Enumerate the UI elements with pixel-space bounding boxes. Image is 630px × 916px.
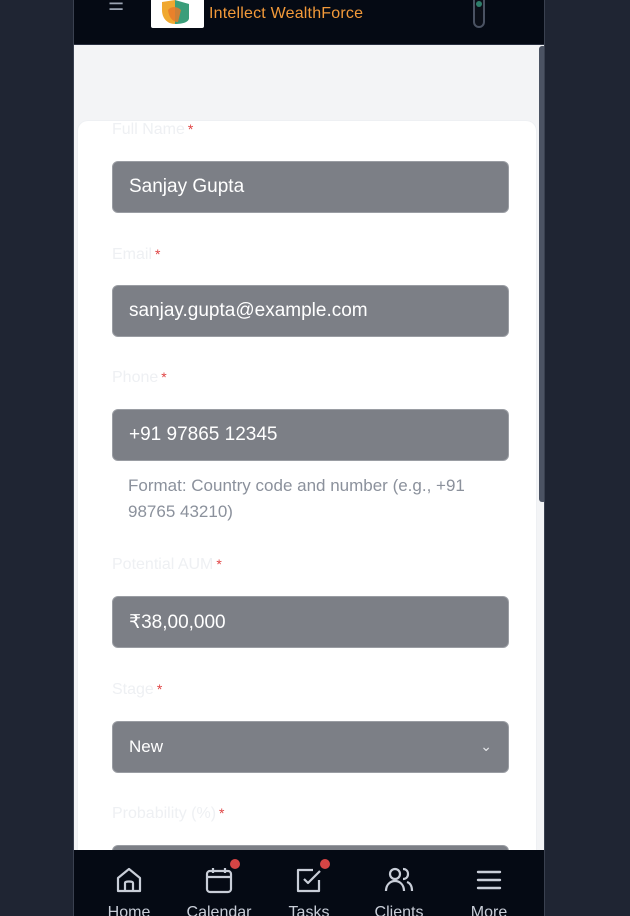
- probability-label: Probability (%) *: [112, 805, 225, 822]
- tasks-badge: [320, 859, 330, 869]
- stage-label: Stage *: [112, 681, 163, 698]
- nav-item-home[interactable]: Home: [84, 850, 174, 916]
- top-bar: ☰ Intellect WealthForce: [74, 0, 544, 45]
- lead-form-card: Full Name * Sanjay Gupta Email * sanjay.gu…: [78, 121, 536, 901]
- toggle-knob: [476, 1, 482, 7]
- nav-item-tasks[interactable]: Tasks: [264, 850, 354, 916]
- nav-label-clients: Clients: [374, 904, 424, 916]
- nav-label-more: More: [470, 904, 508, 916]
- nav-item-clients[interactable]: Clients: [354, 850, 444, 916]
- brand-name: Intellect WealthForce: [209, 5, 364, 22]
- calendar-icon: [203, 859, 240, 896]
- home-icon: [113, 864, 145, 896]
- calendar-badge: [230, 859, 240, 869]
- stage-select[interactable]: New ⌄: [112, 721, 509, 773]
- phone-input[interactable]: +91 97865 12345: [112, 409, 509, 461]
- full-name-input[interactable]: Sanjay Gupta: [112, 161, 509, 213]
- phone-label: Phone *: [112, 369, 167, 386]
- nav-label-calendar: Calendar: [186, 904, 252, 916]
- tasks-icon: [293, 859, 330, 896]
- brand-logo: [151, 0, 204, 28]
- email-input[interactable]: sanjay.gupta@example.com: [112, 285, 509, 337]
- scrollbar[interactable]: [539, 46, 544, 502]
- phone-format-hint: Format: Country code and number (e.g., +…: [128, 476, 465, 521]
- nav-item-calendar[interactable]: Calendar: [174, 850, 264, 916]
- aum-input[interactable]: ₹38,00,000: [112, 596, 509, 648]
- email-label: Email *: [112, 246, 161, 263]
- full-name-label: Full Name *: [112, 121, 194, 138]
- nav-item-more[interactable]: More: [444, 850, 534, 916]
- aum-label: Potential AUM *: [112, 556, 222, 573]
- nav-label-tasks: Tasks: [288, 904, 330, 916]
- nav-label-home: Home: [107, 904, 151, 916]
- clients-icon: [383, 864, 415, 896]
- hamburger-icon[interactable]: ☰: [108, 0, 124, 14]
- bottom-nav: Home Calendar Tasks Clients More: [74, 850, 544, 916]
- theme-toggle[interactable]: [473, 0, 485, 28]
- content-spacer: [74, 46, 544, 121]
- chevron-down-icon: ⌄: [480, 739, 492, 755]
- menu-icon: [473, 864, 505, 896]
- app-screen: ☰ Intellect WealthForce Full Name * Sanja…: [73, 0, 545, 916]
